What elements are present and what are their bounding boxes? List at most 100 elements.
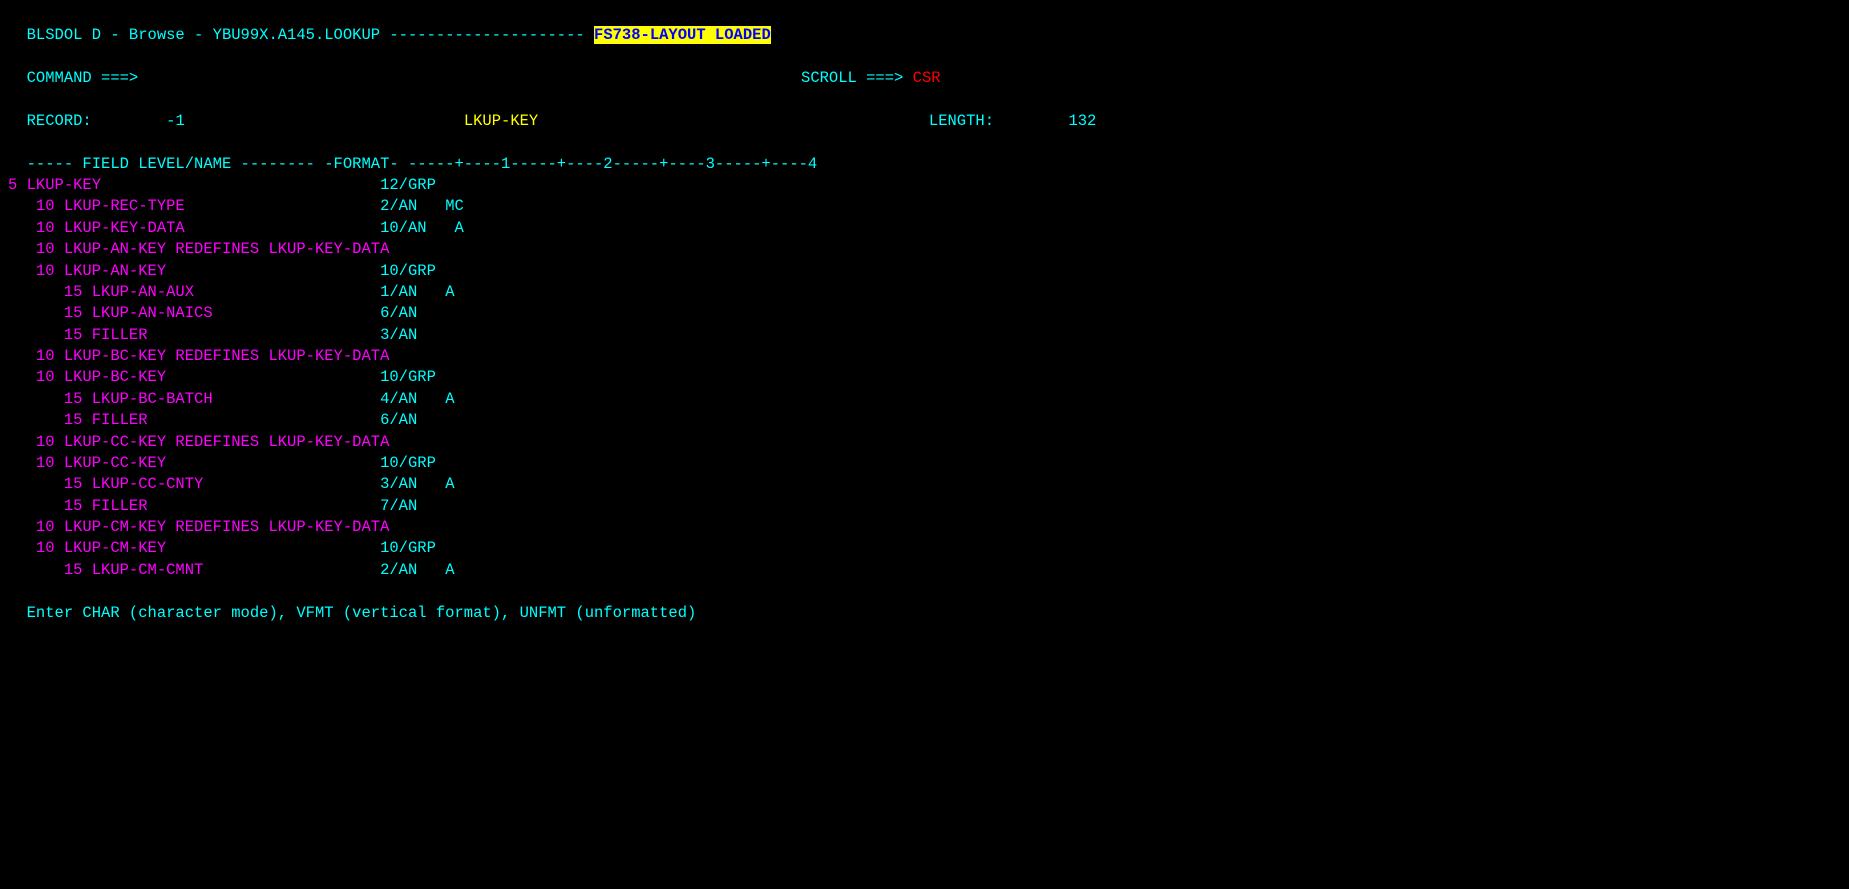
table-row: 10 LKUP-CM-KEY REDEFINES LKUP-KEY-DATA xyxy=(8,517,1841,538)
field-name: LKUP-CM-KEY xyxy=(64,539,166,557)
field-indent-level: 15 xyxy=(8,283,92,301)
command-line: COMMAND ===> SCROLL ===> CSR xyxy=(8,47,1841,90)
field-attr: A xyxy=(445,561,454,579)
field-indent-level: 15 xyxy=(8,304,92,322)
field-format-spacing xyxy=(203,561,380,579)
scroll-label-spacing xyxy=(448,69,801,87)
field-indent-level: 10 xyxy=(8,240,64,258)
record-spacing xyxy=(92,112,166,130)
field-indent-level: 5 xyxy=(8,176,27,194)
title-text: BLSDOL D - Browse - YBU99X.A145.LOOKUP xyxy=(27,26,380,44)
field-format: 1/AN xyxy=(380,283,417,301)
field-attr: A xyxy=(455,219,464,237)
field-name: LKUP-AN-AUX xyxy=(92,283,194,301)
field-name: LKUP-CC-KEY REDEFINES LKUP-KEY-DATA xyxy=(64,433,390,451)
field-indent-level: 15 xyxy=(8,326,92,344)
field-indent-level: 15 xyxy=(8,390,92,408)
table-row: 10 LKUP-BC-KEY REDEFINES LKUP-KEY-DATA xyxy=(8,346,1841,367)
status-badge: FS738-LAYOUT LOADED xyxy=(594,26,771,44)
command-arrow xyxy=(138,69,147,87)
table-row: 10 LKUP-AN-KEY 10/GRP xyxy=(8,261,1841,282)
field-format: 10/GRP xyxy=(380,454,436,472)
field-list: 5 LKUP-KEY 12/GRP 10 LKUP-REC-TYPE 2/AN … xyxy=(8,175,1841,581)
field-name: LKUP-CM-CMNT xyxy=(92,561,204,579)
field-format-spacing xyxy=(194,283,380,301)
title-dashes: --------------------- xyxy=(380,26,594,44)
field-indent-level: 10 xyxy=(8,347,64,365)
table-row: 15 FILLER 6/AN xyxy=(8,410,1841,431)
field-format: 3/AN xyxy=(380,326,417,344)
scroll-label: SCROLL ===> xyxy=(801,69,903,87)
field-format-spacing xyxy=(213,390,380,408)
field-format-spacing xyxy=(148,326,381,344)
table-row: 15 LKUP-BC-BATCH 4/AN A xyxy=(8,389,1841,410)
field-format: 3/AN xyxy=(380,475,417,493)
table-row: 15 LKUP-AN-AUX 1/AN A xyxy=(8,282,1841,303)
table-row: 10 LKUP-CC-KEY REDEFINES LKUP-KEY-DATA xyxy=(8,432,1841,453)
table-row: 5 LKUP-KEY 12/GRP xyxy=(8,175,1841,196)
field-format-spacing xyxy=(166,539,380,557)
field-format-spacing xyxy=(203,475,380,493)
table-row: 10 LKUP-CM-KEY 10/GRP xyxy=(8,538,1841,559)
table-row: 15 FILLER 3/AN xyxy=(8,325,1841,346)
field-indent-level: 15 xyxy=(8,561,92,579)
field-name: LKUP-BC-BATCH xyxy=(92,390,213,408)
record-label: RECORD: xyxy=(27,112,92,130)
field-attr-spacing xyxy=(417,475,445,493)
field-indent-level: 10 xyxy=(8,454,64,472)
field-name: LKUP-AN-NAICS xyxy=(92,304,213,322)
field-format-spacing xyxy=(185,197,380,215)
scroll-arrow-text xyxy=(903,69,912,87)
field-format-spacing xyxy=(166,262,380,280)
column-header: ----- FIELD LEVEL/NAME -------- -FORMAT-… xyxy=(8,132,1841,175)
command-label: COMMAND ===> xyxy=(27,69,139,87)
length-value-spacing xyxy=(994,112,1068,130)
scroll-value: CSR xyxy=(913,69,941,87)
field-name: FILLER xyxy=(92,326,148,344)
command-input[interactable] xyxy=(148,69,448,87)
record-value: -1 xyxy=(166,112,185,130)
lkup-key-label: LKUP-KEY xyxy=(464,112,538,130)
field-attr: A xyxy=(445,283,454,301)
table-row: 10 LKUP-REC-TYPE 2/AN MC xyxy=(8,196,1841,217)
table-row: 15 LKUP-CC-CNTY 3/AN A xyxy=(8,474,1841,495)
field-indent-level: 10 xyxy=(8,262,64,280)
field-attr-spacing xyxy=(417,561,445,579)
field-name: LKUP-AN-KEY REDEFINES LKUP-KEY-DATA xyxy=(64,240,390,258)
length-value: 132 xyxy=(1068,112,1096,130)
record-line: RECORD: -1 LKUP-KEY LENGTH: 132 xyxy=(8,90,1841,133)
field-name: LKUP-CM-KEY REDEFINES LKUP-KEY-DATA xyxy=(64,518,390,536)
field-format: 10/GRP xyxy=(380,262,436,280)
field-indent-level: 10 xyxy=(8,368,64,386)
field-attr: MC xyxy=(445,197,464,215)
field-indent-level: 10 xyxy=(8,518,64,536)
field-format: 2/AN xyxy=(380,561,417,579)
field-name: LKUP-BC-KEY REDEFINES LKUP-KEY-DATA xyxy=(64,347,390,365)
length-label: LENGTH: xyxy=(929,112,994,130)
table-row: 10 LKUP-AN-KEY REDEFINES LKUP-KEY-DATA xyxy=(8,239,1841,260)
footer-text: Enter CHAR (character mode), VFMT (verti… xyxy=(27,604,697,622)
field-name: FILLER xyxy=(92,497,148,515)
column-header-text: ----- FIELD LEVEL/NAME -------- -FORMAT-… xyxy=(27,155,818,173)
table-row: 10 LKUP-BC-KEY 10/GRP xyxy=(8,367,1841,388)
field-name: FILLER xyxy=(92,411,148,429)
field-format: 10/AN xyxy=(380,219,427,237)
title-line: BLSDOL D - Browse - YBU99X.A145.LOOKUP -… xyxy=(8,4,1841,47)
field-format-spacing xyxy=(166,368,380,386)
field-format: 4/AN xyxy=(380,390,417,408)
field-indent-level: 15 xyxy=(8,497,92,515)
table-row: 10 LKUP-KEY-DATA 10/AN A xyxy=(8,218,1841,239)
field-name: LKUP-CC-CNTY xyxy=(92,475,204,493)
field-indent-level: 15 xyxy=(8,411,92,429)
field-indent-level: 10 xyxy=(8,433,64,451)
field-format: 10/GRP xyxy=(380,539,436,557)
field-attr-spacing xyxy=(417,283,445,301)
field-format-spacing xyxy=(101,176,380,194)
field-format-spacing xyxy=(148,411,381,429)
field-name: LKUP-KEY xyxy=(27,176,101,194)
lkup-key-spacing xyxy=(185,112,464,130)
length-spacing xyxy=(538,112,929,130)
footer-line: Enter CHAR (character mode), VFMT (verti… xyxy=(8,581,1841,624)
field-attr: A xyxy=(445,390,454,408)
field-attr: A xyxy=(445,475,454,493)
